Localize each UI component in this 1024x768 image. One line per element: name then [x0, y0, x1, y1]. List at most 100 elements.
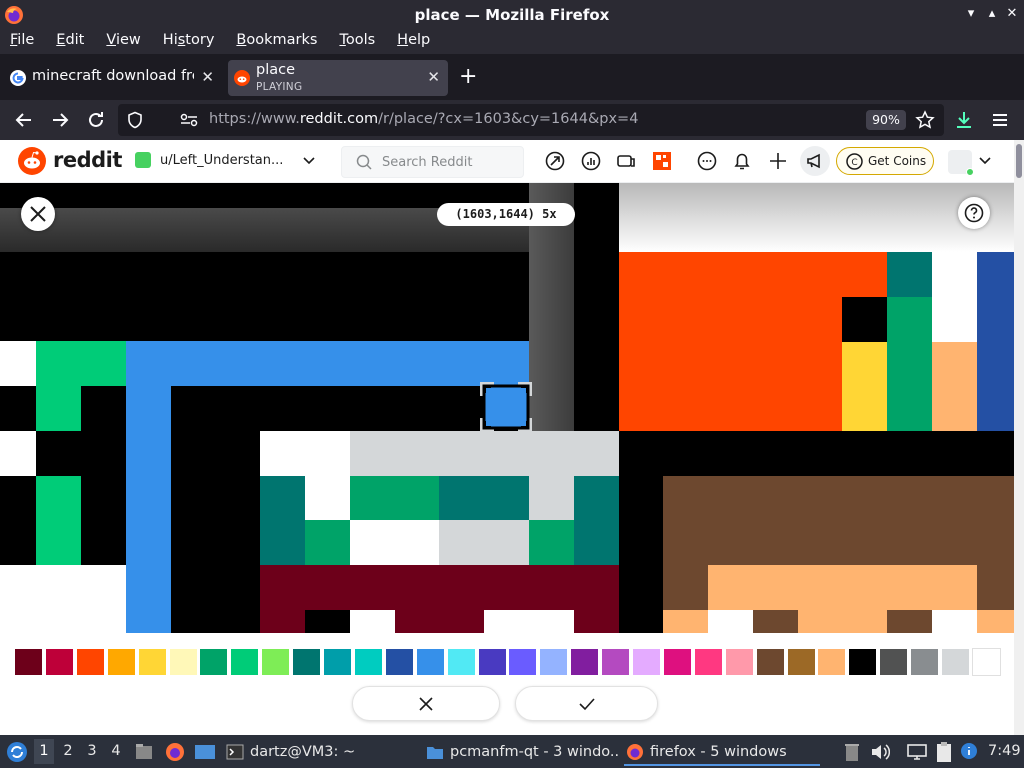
color-swatch[interactable] [168, 648, 198, 676]
get-coins-button[interactable]: C Get Coins [836, 147, 934, 175]
color-swatch[interactable] [106, 648, 136, 676]
workspace-4[interactable]: 4 [106, 743, 126, 759]
close-window-button[interactable]: ✕ [1003, 6, 1021, 21]
advertise-button[interactable] [800, 146, 830, 176]
confirm-placement-button[interactable] [515, 686, 658, 721]
menu-bookmarks[interactable]: Bookmarks [230, 30, 323, 54]
menu-edit[interactable]: Edit [50, 30, 90, 54]
color-swatch[interactable] [570, 648, 600, 676]
workspace-2[interactable]: 2 [58, 743, 78, 759]
color-swatch[interactable] [848, 648, 878, 676]
color-swatch[interactable] [786, 648, 816, 676]
color-swatch[interactable] [230, 648, 260, 676]
minimize-button[interactable]: ▾ [962, 6, 980, 21]
coin-icon: C [846, 153, 863, 170]
forward-icon[interactable] [48, 108, 72, 132]
color-swatch[interactable] [477, 648, 507, 676]
reload-icon[interactable] [84, 108, 108, 132]
color-swatch[interactable] [539, 648, 569, 676]
navigation-toolbar: https://www.reddit.com/r/place/?cx=1603&… [0, 100, 1024, 140]
color-swatch[interactable] [199, 648, 229, 676]
help-button[interactable] [958, 197, 990, 229]
color-swatch[interactable] [353, 648, 383, 676]
create-post-plus-icon[interactable] [767, 150, 789, 172]
close-place-button[interactable] [21, 197, 55, 231]
stats-icon[interactable] [580, 150, 602, 172]
user-avatar[interactable] [948, 150, 974, 176]
pixel-selection-reticle[interactable] [480, 382, 532, 432]
hamburger-menu-icon[interactable] [988, 108, 1012, 132]
color-swatch[interactable] [971, 648, 1001, 676]
back-icon[interactable] [12, 108, 36, 132]
color-swatch[interactable] [632, 648, 661, 676]
color-swatch[interactable] [75, 648, 105, 676]
color-swatch[interactable] [817, 648, 847, 676]
color-swatch[interactable] [662, 648, 692, 676]
info-notification-icon[interactable] [960, 742, 978, 760]
menu-file[interactable]: File [4, 30, 40, 54]
color-swatch[interactable] [14, 648, 43, 676]
task-terminal[interactable]: dartz@VM3: ~ [224, 738, 420, 766]
color-swatch[interactable] [755, 648, 785, 676]
search-input[interactable] [382, 152, 517, 172]
user-dropdown-label[interactable]: u/Left_Understan... [160, 153, 283, 168]
color-swatch[interactable] [323, 648, 352, 676]
cancel-placement-button[interactable] [352, 686, 500, 721]
start-menu-icon[interactable] [6, 741, 28, 763]
workspace-1[interactable]: 1 [34, 739, 54, 764]
color-swatch[interactable] [415, 648, 445, 676]
color-swatch[interactable] [724, 648, 754, 676]
downloads-icon[interactable] [952, 108, 976, 132]
color-swatch[interactable] [508, 648, 538, 676]
task-firefox[interactable]: firefox - 5 windows [624, 738, 820, 766]
task-file-manager[interactable]: pcmanfm-qt - 3 windo... [424, 738, 620, 766]
file-manager-launcher-icon[interactable] [134, 742, 154, 762]
tab-place[interactable]: place PLAYING ✕ [228, 60, 448, 96]
chevron-down-icon[interactable] [978, 154, 992, 168]
color-swatch[interactable] [601, 648, 631, 676]
tab-close-icon[interactable]: ✕ [427, 68, 440, 86]
volume-icon[interactable] [870, 742, 890, 762]
reddit-wordmark[interactable]: reddit [53, 148, 122, 172]
reddit-logo-icon[interactable] [18, 147, 46, 175]
color-swatch[interactable] [910, 648, 940, 676]
trash-icon[interactable] [844, 742, 860, 762]
tab-close-icon[interactable]: ✕ [201, 68, 214, 86]
color-swatch[interactable] [941, 648, 970, 676]
color-swatch[interactable] [44, 648, 74, 676]
shield-icon[interactable] [126, 111, 144, 129]
color-swatch[interactable] [292, 648, 322, 676]
color-swatch[interactable] [137, 648, 167, 676]
search-box[interactable] [341, 146, 524, 178]
popular-icon[interactable] [544, 150, 566, 172]
clipboard-icon[interactable] [934, 741, 954, 763]
scrollbar-thumb[interactable] [1016, 144, 1022, 178]
zoom-level-button[interactable]: 90% [866, 110, 906, 130]
network-icon[interactable] [906, 742, 928, 762]
notifications-bell-icon[interactable] [731, 150, 753, 172]
menu-tools[interactable]: Tools [333, 30, 381, 54]
place-icon[interactable] [651, 150, 673, 172]
tab-minecraft[interactable]: minecraft download free ✕ [0, 60, 222, 96]
chat-icon[interactable] [696, 150, 718, 172]
workspace-3[interactable]: 3 [82, 743, 102, 759]
color-swatch[interactable] [384, 648, 414, 676]
bookmark-star-icon[interactable] [915, 110, 935, 130]
color-swatch[interactable] [693, 648, 723, 676]
color-swatch[interactable] [879, 648, 909, 676]
show-desktop-icon[interactable] [194, 742, 216, 762]
menu-view[interactable]: View [100, 30, 146, 54]
menu-history[interactable]: History [157, 30, 221, 54]
color-swatch[interactable] [446, 648, 476, 676]
menu-help[interactable]: Help [391, 30, 436, 54]
permissions-icon[interactable] [180, 112, 198, 128]
chevron-down-icon[interactable] [302, 154, 316, 168]
color-swatch[interactable] [261, 648, 291, 676]
coins-stack-icon[interactable] [615, 150, 637, 172]
firefox-launcher-icon[interactable] [165, 742, 185, 762]
new-tab-button[interactable]: + [459, 64, 477, 89]
url-text[interactable]: https://www.reddit.com/r/place/?cx=1603&… [209, 111, 638, 127]
page-scrollbar[interactable] [1014, 140, 1024, 735]
url-bar[interactable]: https://www.reddit.com/r/place/?cx=1603&… [118, 104, 944, 136]
maximize-button[interactable]: ▴ [983, 6, 1001, 21]
